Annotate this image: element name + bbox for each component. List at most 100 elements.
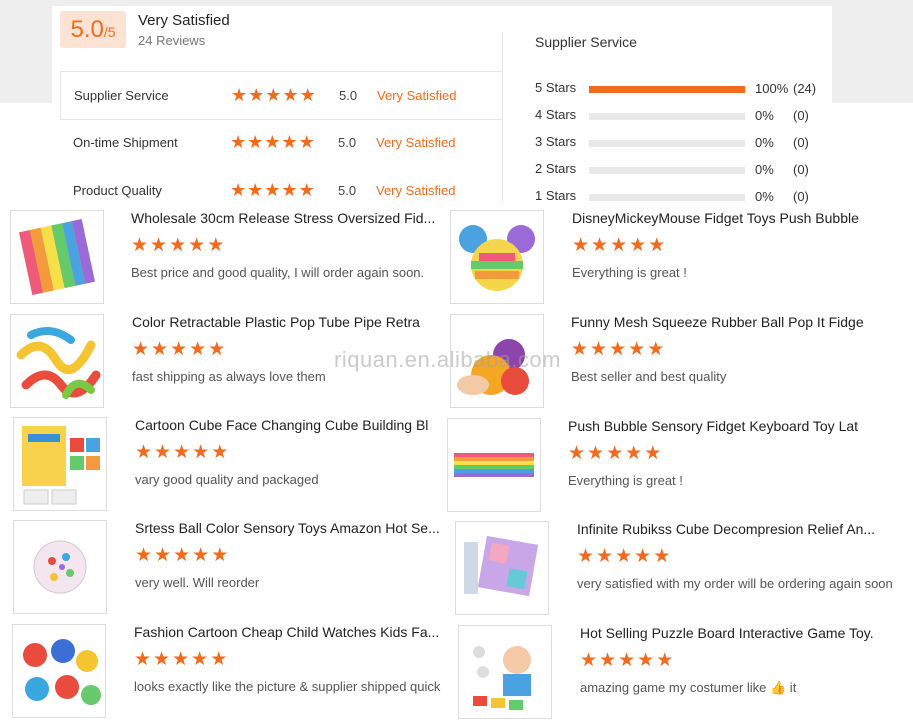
review-card[interactable]: Fashion Cartoon Cheap Child Watches Kids… xyxy=(12,624,452,722)
review-stars: ★★★★★ xyxy=(132,339,228,360)
product-thumbnail[interactable] xyxy=(10,314,104,408)
rating-row-label: Supplier Service xyxy=(74,88,169,103)
review-text: Best price and good quality, I will orde… xyxy=(131,265,425,280)
star-icon: ★ xyxy=(208,339,228,360)
review-card[interactable]: Infinite Rubikss Cube Decompresion Relie… xyxy=(455,521,905,619)
star-icon: ★ xyxy=(618,650,638,671)
star-icon: ★ xyxy=(153,649,173,670)
review-card[interactable]: DisneyMickeyMouse Fidget Toys Push Bubbl… xyxy=(450,210,890,308)
distribution-percent: 0% xyxy=(755,108,774,123)
review-count: 24 Reviews xyxy=(138,33,206,48)
distribution-row[interactable]: 4 Stars 0% (0) xyxy=(535,105,835,125)
review-text: looks exactly like the picture & supplie… xyxy=(134,679,441,694)
star-icon: ★ xyxy=(189,339,209,360)
sensory-ball-image xyxy=(33,540,87,594)
distribution-label: 5 Stars xyxy=(535,80,577,95)
product-thumbnail[interactable] xyxy=(450,210,544,304)
review-card[interactable]: Cartoon Cube Face Changing Cube Building… xyxy=(13,417,453,515)
star-icon: ★ xyxy=(591,235,611,256)
rating-row-supplier-service[interactable]: Supplier Service ★★★★★ 5.0 Very Satisfie… xyxy=(60,71,503,120)
star-icon: ★ xyxy=(207,235,227,256)
product-thumbnail[interactable] xyxy=(10,210,104,304)
star-icon: ★ xyxy=(298,132,316,152)
rating-row-on-time-shipment[interactable]: On-time Shipment ★★★★★ 5.0 Very Satisfie… xyxy=(60,119,502,166)
star-icon: ★ xyxy=(192,442,212,463)
review-product-title[interactable]: Hot Selling Puzzle Board Interactive Gam… xyxy=(580,625,902,641)
rating-row-status: Very Satisfied xyxy=(377,88,457,103)
star-icon: ★ xyxy=(609,339,629,360)
overall-score-max: /5 xyxy=(103,24,116,40)
star-icon: ★ xyxy=(628,339,648,360)
distribution-count: (0) xyxy=(793,108,809,123)
star-icon: ★ xyxy=(577,546,597,567)
review-product-title[interactable]: Infinite Rubikss Cube Decompresion Relie… xyxy=(577,521,899,537)
star-icon: ★ xyxy=(629,235,649,256)
review-stars: ★★★★★ xyxy=(571,339,667,360)
product-thumbnail[interactable] xyxy=(455,521,549,615)
review-product-title[interactable]: DisneyMickeyMouse Fidget Toys Push Bubbl… xyxy=(572,210,890,226)
overall-satisfaction: Very Satisfied xyxy=(138,12,230,29)
squeeze-ball-image xyxy=(457,339,529,395)
review-card[interactable]: Funny Mesh Squeeze Rubber Ball Pop It Fi… xyxy=(450,314,890,412)
product-thumbnail[interactable] xyxy=(12,624,106,718)
product-thumbnail[interactable] xyxy=(13,417,107,511)
distribution-count: (0) xyxy=(793,189,809,204)
rating-row-status: Very Satisfied xyxy=(376,135,456,150)
review-card[interactable]: Wholesale 30cm Release Stress Oversized … xyxy=(10,210,450,308)
review-stars: ★★★★★ xyxy=(577,546,672,567)
star-icon: ★ xyxy=(610,235,630,256)
star-icon: ★ xyxy=(596,546,616,567)
product-thumbnail[interactable] xyxy=(458,625,552,719)
keyboard-pop-it-image xyxy=(454,453,534,477)
review-text: Everything is great ! xyxy=(572,265,687,280)
distribution-count: (24) xyxy=(793,81,817,96)
rating-row-stars: ★★★★★ xyxy=(230,133,316,153)
puzzle-board-image xyxy=(473,646,531,710)
review-card[interactable]: Srtess Ball Color Sensory Toys Amazon Ho… xyxy=(13,520,453,618)
review-product-title[interactable]: Srtess Ball Color Sensory Toys Amazon Ho… xyxy=(135,520,453,536)
star-icon: ★ xyxy=(247,180,265,200)
distribution-percent: 0% xyxy=(755,135,774,150)
star-icon: ★ xyxy=(134,649,154,670)
overall-score: 5.0 xyxy=(70,16,104,43)
star-icon: ★ xyxy=(625,443,645,464)
review-product-title[interactable]: Push Bubble Sensory Fidget Keyboard Toy … xyxy=(568,418,890,434)
star-icon: ★ xyxy=(230,180,248,200)
review-product-title[interactable]: Wholesale 30cm Release Stress Oversized … xyxy=(131,210,449,226)
product-thumbnail[interactable] xyxy=(13,520,107,614)
distribution-bar-track xyxy=(589,140,745,147)
product-thumbnail[interactable] xyxy=(447,418,541,512)
star-icon: ★ xyxy=(282,85,300,105)
star-icon: ★ xyxy=(188,235,208,256)
product-thumbnail[interactable] xyxy=(450,314,544,408)
star-icon: ★ xyxy=(648,235,668,256)
star-icon: ★ xyxy=(173,442,193,463)
distribution-count: (0) xyxy=(793,162,809,177)
pop-tube-image xyxy=(16,327,101,399)
review-product-title[interactable]: Cartoon Cube Face Changing Cube Building… xyxy=(135,417,445,433)
star-icon: ★ xyxy=(210,649,230,670)
review-product-title[interactable]: Funny Mesh Squeeze Rubber Ball Pop It Fi… xyxy=(571,314,889,330)
star-icon: ★ xyxy=(154,442,174,463)
review-card[interactable]: Push Bubble Sensory Fidget Keyboard Toy … xyxy=(447,418,887,516)
star-icon: ★ xyxy=(264,132,282,152)
distribution-row[interactable]: 1 Stars 0% (0) xyxy=(535,186,835,206)
star-icon: ★ xyxy=(647,339,667,360)
rating-row-product-quality[interactable]: Product Quality ★★★★★ 5.0 Very Satisfied xyxy=(60,167,502,207)
review-product-title[interactable]: Fashion Cartoon Cheap Child Watches Kids… xyxy=(134,624,456,640)
rating-row-value: 5.0 xyxy=(338,135,357,150)
distribution-row[interactable]: 2 Stars 0% (0) xyxy=(535,159,835,179)
star-icon: ★ xyxy=(192,545,212,566)
review-card[interactable]: Color Retractable Plastic Pop Tube Pipe … xyxy=(10,314,450,412)
distribution-label: 4 Stars xyxy=(535,107,577,122)
distribution-percent: 0% xyxy=(755,162,774,177)
distribution-bar-track xyxy=(589,86,745,93)
review-stars: ★★★★★ xyxy=(568,443,663,464)
distribution-percent: 100% xyxy=(755,81,789,96)
review-product-title[interactable]: Color Retractable Plastic Pop Tube Pipe … xyxy=(132,314,442,330)
star-icon: ★ xyxy=(172,649,192,670)
star-icon: ★ xyxy=(281,180,299,200)
distribution-row[interactable]: 5 Stars 100% (24) xyxy=(535,78,835,98)
distribution-row[interactable]: 3 Stars 0% (0) xyxy=(535,132,835,152)
review-card[interactable]: Hot Selling Puzzle Board Interactive Gam… xyxy=(458,625,898,723)
